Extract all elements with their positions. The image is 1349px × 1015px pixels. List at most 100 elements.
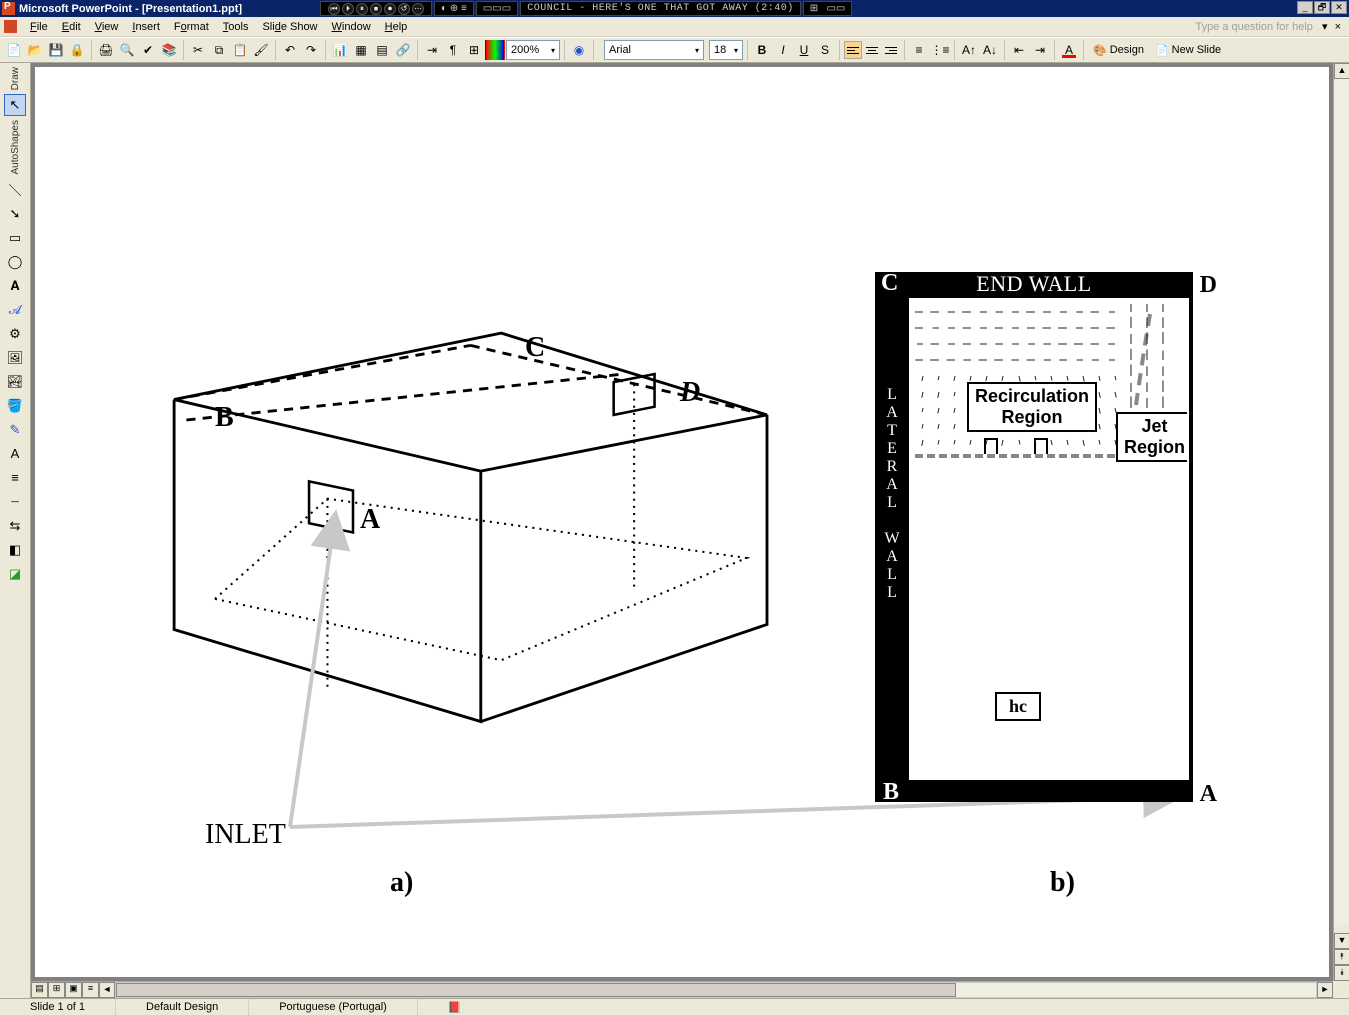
italic-button[interactable]: I: [773, 40, 793, 60]
expand-button[interactable]: ⇥: [422, 40, 442, 60]
permission-button[interactable]: 🔒: [67, 40, 87, 60]
bold-button[interactable]: B: [752, 40, 772, 60]
arrow-tool[interactable]: ➘: [4, 203, 26, 225]
redo-button[interactable]: ↷: [301, 40, 321, 60]
restore-button[interactable]: 🗗: [1314, 1, 1330, 14]
copy-button[interactable]: ⧉: [209, 40, 229, 60]
status-lang: Portuguese (Portugal): [249, 999, 418, 1015]
arrow-style-tool[interactable]: ⇆: [4, 515, 26, 537]
size-select[interactable]: 18▾: [709, 40, 743, 60]
slideshow-view-button[interactable]: ▣: [65, 982, 82, 998]
paste-button[interactable]: 📋: [230, 40, 250, 60]
bullets-button[interactable]: ⋮≡: [930, 40, 950, 60]
menu-insert[interactable]: Insert: [125, 19, 167, 35]
textbox-tool[interactable]: 𝐀: [4, 275, 26, 297]
oval-tool[interactable]: ◯: [4, 251, 26, 273]
format-painter-button[interactable]: 🖌: [251, 40, 271, 60]
align-center-button[interactable]: [863, 41, 881, 59]
inc-indent-button[interactable]: ⇥: [1030, 40, 1050, 60]
line-tool[interactable]: ＼: [4, 179, 26, 201]
help-button[interactable]: ◉: [569, 40, 589, 60]
picture-tool[interactable]: 🏞: [4, 371, 26, 393]
media-mini[interactable]: ▭▭▭: [476, 1, 518, 16]
numbering-button[interactable]: ≡: [909, 40, 929, 60]
menu-view[interactable]: View: [88, 19, 126, 35]
design-label: Design: [1110, 44, 1144, 56]
design-button[interactable]: 🎨Design: [1088, 40, 1149, 60]
scroll-down-button[interactable]: ▼: [1334, 933, 1349, 949]
rectangle-tool[interactable]: ▭: [4, 227, 26, 249]
line-color-tool[interactable]: ✎: [4, 419, 26, 441]
menu-slideshow[interactable]: Slide Show: [255, 19, 324, 35]
menu-window[interactable]: Window: [325, 19, 378, 35]
shadow-button[interactable]: S: [815, 40, 835, 60]
minimize-button[interactable]: _: [1297, 1, 1313, 14]
3d-tool[interactable]: ◪: [4, 563, 26, 585]
select-tool[interactable]: ↖: [4, 94, 26, 116]
decrease-font-button[interactable]: A↓: [980, 40, 1000, 60]
preview-button[interactable]: 🔍: [117, 40, 137, 60]
spell-button[interactable]: ✔: [138, 40, 158, 60]
draw-menu[interactable]: Draw: [10, 67, 21, 90]
align-right-button[interactable]: [882, 41, 900, 59]
hyperlink-button[interactable]: 🔗: [393, 40, 413, 60]
print-button[interactable]: 🖨: [96, 40, 116, 60]
media-aux[interactable]: ◐ ⊕ ≡: [434, 1, 474, 16]
research-button[interactable]: 📚: [159, 40, 179, 60]
dash-style-tool[interactable]: ┈: [4, 491, 26, 513]
sorter-view-button[interactable]: ⊞: [48, 982, 65, 998]
shadow-tool[interactable]: ◧: [4, 539, 26, 561]
chart-button[interactable]: 📊: [330, 40, 350, 60]
help-search[interactable]: Type a question for help ▾ ×: [1195, 20, 1349, 33]
fill-color-tool[interactable]: 🪣: [4, 395, 26, 417]
menu-format[interactable]: Format: [167, 19, 216, 35]
hscroll-thumb[interactable]: [116, 983, 956, 997]
notes-view-button[interactable]: ≡: [82, 982, 99, 998]
prev-slide-button[interactable]: ⯭: [1334, 949, 1349, 965]
next-slide-button[interactable]: ⯯: [1334, 965, 1349, 981]
color-button[interactable]: [485, 40, 505, 60]
scroll-left-button[interactable]: ◄: [99, 982, 115, 998]
save-button[interactable]: 💾: [46, 40, 66, 60]
slide-canvas[interactable]: B C A D INLET a) b) END WALL L A T E R A…: [35, 67, 1329, 977]
font-color-button[interactable]: A: [1059, 40, 1079, 60]
horizontal-scrollbar[interactable]: ▤ ⊞ ▣ ≡ ◄ ►: [31, 981, 1333, 998]
menu-tools[interactable]: Tools: [216, 19, 256, 35]
help-close-icon[interactable]: ×: [1335, 21, 1341, 33]
cut-button[interactable]: ✂: [188, 40, 208, 60]
table-button[interactable]: ▦: [351, 40, 371, 60]
show-format-button[interactable]: ¶: [443, 40, 463, 60]
font-select[interactable]: Arial▾: [604, 40, 704, 60]
media-controls[interactable]: ⏮⏵⏸⏹⏺↺⋯: [320, 1, 432, 16]
close-button[interactable]: ✕: [1331, 1, 1347, 14]
autoshapes-menu[interactable]: AutoShapes: [10, 120, 21, 175]
diagram-tool[interactable]: ⚙: [4, 323, 26, 345]
menu-edit[interactable]: Edit: [55, 19, 88, 35]
clipart-tool[interactable]: 🖼: [4, 347, 26, 369]
dec-indent-button[interactable]: ⇤: [1009, 40, 1029, 60]
normal-view-button[interactable]: ▤: [31, 982, 48, 998]
scroll-up-button[interactable]: ▲: [1334, 63, 1349, 79]
tables-borders-button[interactable]: ▤: [372, 40, 392, 60]
help-dropdown-icon[interactable]: ▾: [1322, 21, 1328, 33]
grid-button[interactable]: ⊞: [464, 40, 484, 60]
underline-button[interactable]: U: [794, 40, 814, 60]
vertical-scrollbar[interactable]: ▲ ▼ ⯭ ⯯: [1333, 63, 1349, 981]
menu-help[interactable]: Help: [378, 19, 415, 35]
increase-font-button[interactable]: A↑: [959, 40, 979, 60]
open-button[interactable]: 📂: [25, 40, 45, 60]
new-slide-button[interactable]: 📄New Slide: [1150, 40, 1226, 60]
media-tail[interactable]: ⊞ ▭▭: [803, 1, 853, 16]
font-color-tool[interactable]: A: [4, 443, 26, 465]
newslide-label: New Slide: [1172, 44, 1222, 56]
align-left-button[interactable]: [844, 41, 862, 59]
wordart-tool[interactable]: 𝓐: [4, 299, 26, 321]
undo-button[interactable]: ↶: [280, 40, 300, 60]
label-B: B: [215, 402, 234, 434]
zoom-select[interactable]: 200%▾: [506, 40, 560, 60]
new-doc-button[interactable]: 📄: [4, 40, 24, 60]
status-spell-icon[interactable]: 📕: [418, 999, 492, 1015]
line-style-tool[interactable]: ≡: [4, 467, 26, 489]
menu-file[interactable]: File: [23, 19, 55, 35]
scroll-right-button[interactable]: ►: [1317, 982, 1333, 998]
